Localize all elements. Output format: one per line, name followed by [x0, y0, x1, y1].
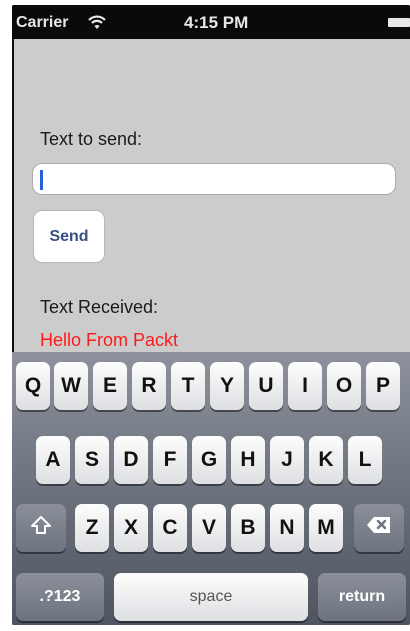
battery-icon [388, 18, 410, 27]
space-key[interactable]: space [114, 573, 308, 621]
key-w[interactable]: W [54, 362, 88, 410]
received-text: Hello From Packt [40, 330, 179, 350]
key-o[interactable]: O [327, 362, 361, 410]
text-caret [40, 170, 43, 190]
key-l[interactable]: L [348, 436, 382, 484]
key-y[interactable]: Y [210, 362, 244, 410]
key-r[interactable]: R [132, 362, 166, 410]
key-e[interactable]: E [93, 362, 127, 410]
numbers-key[interactable]: .?123 [16, 573, 104, 621]
text-to-send-input[interactable] [32, 163, 396, 195]
delete-key[interactable] [354, 504, 404, 552]
key-z[interactable]: Z [75, 504, 109, 552]
carrier-name: Carrier [16, 14, 69, 31]
key-x[interactable]: X [114, 504, 148, 552]
text-to-send-label: Text to send: [40, 129, 143, 149]
key-s[interactable]: S [75, 436, 109, 484]
key-m[interactable]: M [309, 504, 343, 552]
backspace-icon [366, 516, 392, 540]
status-bar: Carrier 4:15 PM [12, 5, 410, 39]
return-key[interactable]: return [318, 573, 406, 621]
key-c[interactable]: C [153, 504, 187, 552]
key-p[interactable]: P [366, 362, 400, 410]
key-q[interactable]: Q [16, 362, 50, 410]
key-u[interactable]: U [249, 362, 283, 410]
key-j[interactable]: J [270, 436, 304, 484]
wifi-icon [88, 14, 106, 30]
shift-key[interactable] [16, 504, 66, 552]
shift-icon [30, 515, 52, 541]
status-time: 4:15 PM [184, 13, 249, 32]
key-d[interactable]: D [114, 436, 148, 484]
send-button[interactable]: Send [33, 210, 105, 263]
key-a[interactable]: A [36, 436, 70, 484]
key-i[interactable]: I [288, 362, 322, 410]
device-screen: Carrier 4:15 PM Text to send: Send Text … [12, 5, 410, 625]
key-f[interactable]: F [153, 436, 187, 484]
app-view: Text to send: Send Text Received: Hello … [14, 39, 410, 352]
key-v[interactable]: V [192, 504, 226, 552]
key-h[interactable]: H [231, 436, 265, 484]
key-n[interactable]: N [270, 504, 304, 552]
text-received-label: Text Received: [40, 297, 159, 317]
key-k[interactable]: K [309, 436, 343, 484]
key-t[interactable]: T [171, 362, 205, 410]
on-screen-keyboard: Q W E R T Y U I O P A S D F G H J K L Z … [12, 352, 410, 625]
key-b[interactable]: B [231, 504, 265, 552]
key-g[interactable]: G [192, 436, 226, 484]
